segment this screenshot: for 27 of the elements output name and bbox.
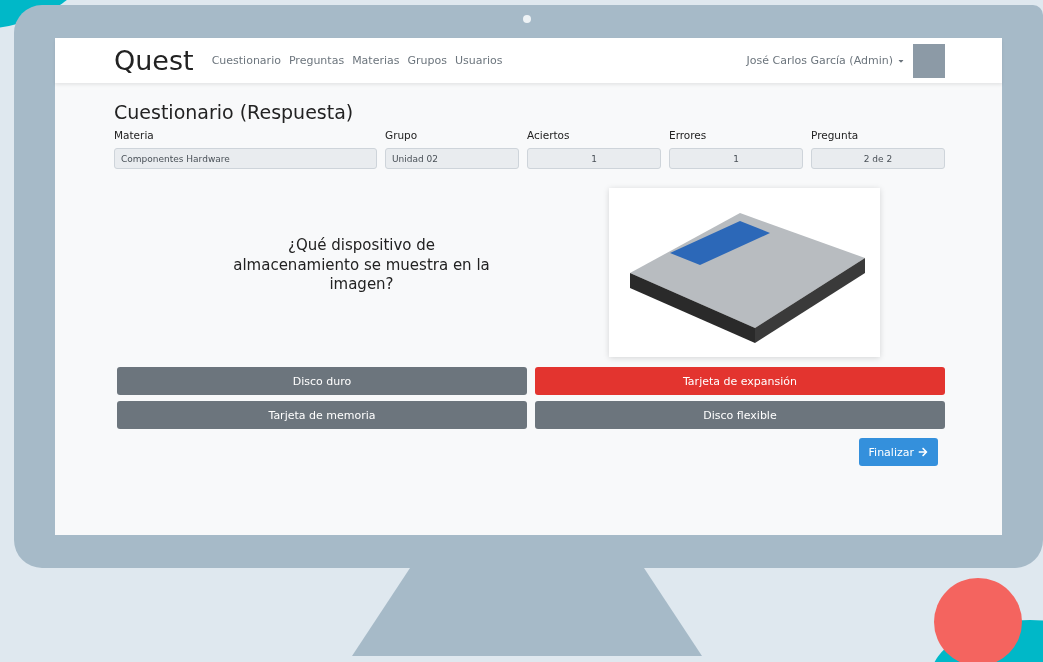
read-only-field[interactable]: 1 <box>669 148 803 169</box>
field-label: Pregunta <box>811 129 860 141</box>
field-label: Grupo <box>385 129 419 141</box>
read-only-field[interactable]: Componentes Hardware <box>114 148 377 169</box>
read-only-field[interactable]: Unidad 02 <box>385 148 519 169</box>
page-title: Cuestionario (Respuesta) <box>114 101 355 123</box>
nav-link[interactable]: Materias <box>352 54 400 67</box>
nav-link[interactable]: Preguntas <box>288 54 345 67</box>
nav-link[interactable]: Grupos <box>407 54 447 67</box>
camera-dot <box>523 15 531 23</box>
answer-button[interactable]: Tarjeta de memoria <box>117 401 527 429</box>
nav-link[interactable]: Usuarios <box>454 54 503 67</box>
read-only-field[interactable]: 1 <box>527 148 661 169</box>
field-label: Aciertos <box>527 129 571 141</box>
finish-button[interactable]: Finalizar <box>858 438 938 466</box>
answer-button[interactable]: Disco duro <box>117 367 527 395</box>
user-menu[interactable]: José Carlos García (Admin) <box>746 54 905 67</box>
question-text: ¿Qué dispositivo de almacenamiento se muestra en la imagen? <box>232 236 491 295</box>
arrow-right-icon <box>918 447 928 457</box>
field-label: Errores <box>669 129 708 141</box>
field-label: Materia <box>114 129 155 141</box>
avatar-placeholder <box>913 43 945 78</box>
answer-button[interactable]: Disco flexible <box>535 401 945 429</box>
nav-link[interactable]: Cuestionario <box>211 54 281 67</box>
brand-logo[interactable]: Quest <box>114 45 194 76</box>
read-only-field[interactable]: 2 de 2 <box>811 148 945 169</box>
answer-button[interactable]: Tarjeta de expansión <box>535 367 945 395</box>
